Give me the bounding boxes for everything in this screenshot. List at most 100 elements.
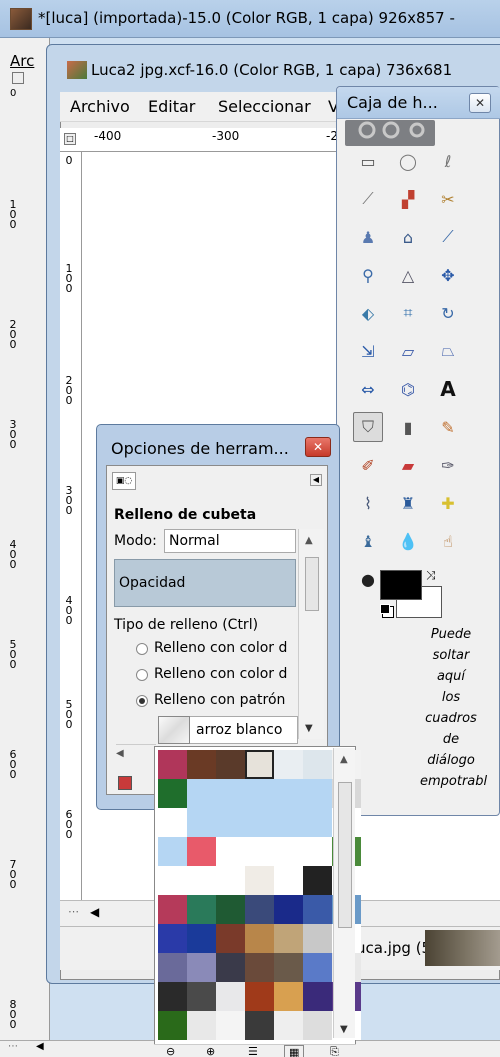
pattern-swatch[interactable] [245,779,274,808]
menu-archivo[interactable]: Archivo [70,97,130,116]
text-icon[interactable]: A [433,374,463,404]
pattern-swatch[interactable] [187,1011,216,1040]
scroll-up-arrow[interactable]: ▲ [305,535,313,546]
options-hscroll[interactable]: ◀ [116,744,156,764]
paintbrush-icon[interactable]: ✐ [353,450,383,480]
zoom-in-icon[interactable]: ⊕ [206,1045,215,1057]
pattern-swatch[interactable] [216,982,245,1011]
pattern-swatch[interactable] [187,895,216,924]
pattern-swatch[interactable] [303,779,332,808]
paths-icon[interactable]: ⌂ [393,222,423,252]
pattern-swatch[interactable] [245,982,274,1011]
pattern-popup-scrollbar[interactable]: ▲ ▼ [333,748,355,1038]
zoom-icon[interactable]: ⚲ [353,260,383,290]
grid-view-icon[interactable]: ▦ [284,1045,305,1057]
pattern-swatch[interactable] [303,750,332,779]
measure-icon[interactable]: △ [393,260,423,290]
free-select-icon[interactable]: ℓ [433,146,463,176]
pattern-swatch[interactable] [303,895,332,924]
flip-icon[interactable]: ⇔ [353,374,383,404]
tab-menu-icon[interactable]: ◀ [310,474,322,486]
clone-icon[interactable]: ♜ [393,488,423,518]
pattern-swatch[interactable] [245,895,274,924]
close-button[interactable]: ✕ [469,93,491,113]
ink-icon[interactable]: ⌇ [353,488,383,518]
default-colors-icon[interactable] [380,604,390,614]
align-icon[interactable]: ⬖ [353,298,383,328]
pattern-swatch[interactable] [216,779,245,808]
toolbox-titlebar[interactable]: Caja de h... ✕ [337,87,500,119]
pattern-swatch[interactable] [158,953,187,982]
pattern-swatch[interactable] [274,982,303,1011]
pattern-swatch[interactable] [274,750,303,779]
pattern-swatch[interactable] [216,808,245,837]
pattern-swatch[interactable] [158,750,187,779]
window1-menu-fragment[interactable]: Arc [10,52,34,70]
pattern-swatch[interactable] [274,924,303,953]
pattern-swatch[interactable] [187,866,216,895]
foreground-select-icon[interactable]: ♟ [353,222,383,252]
window1-ruler-button[interactable] [12,72,24,84]
pattern-swatch[interactable] [158,924,187,953]
scroll-thumb[interactable] [338,782,352,928]
scroll-left-arrow[interactable]: ◀ [36,1041,44,1052]
pattern-swatch[interactable] [158,866,187,895]
menu-editar[interactable]: Editar [148,97,195,116]
pencil-icon[interactable]: ✎ [433,412,463,442]
pattern-swatch[interactable] [274,1011,303,1040]
pattern-swatch[interactable] [216,837,245,866]
mode-select[interactable]: Normal [164,529,296,553]
scale-icon[interactable]: ⇲ [353,336,383,366]
pattern-swatch[interactable] [274,895,303,924]
radio-fill-bg[interactable] [136,669,148,681]
scroll-left-arrow[interactable]: ◀ [90,905,99,919]
nav-icon[interactable]: ⋯ [8,1041,18,1052]
window1-titlebar[interactable]: *[luca] (importada)-15.0 (Color RGB, 1 c… [0,0,500,38]
pattern-swatch[interactable] [303,1011,332,1040]
pattern-swatch[interactable] [216,924,245,953]
dodge-icon[interactable]: ● [353,564,383,594]
bucket-fill-icon[interactable]: ⛉ [353,412,383,442]
pattern-swatch[interactable] [187,779,216,808]
scissors-icon[interactable]: ✂ [433,184,463,214]
pattern-swatch[interactable] [187,837,216,866]
list-view-icon[interactable]: ☰ [248,1045,258,1057]
airbrush-icon[interactable]: ✑ [433,450,463,480]
pattern-swatch[interactable] [187,808,216,837]
fuzzy-select-icon[interactable]: ⟋ [353,184,383,214]
opacity-slider[interactable]: Opacidad [114,559,296,607]
pattern-swatch[interactable] [187,953,216,982]
pattern-swatch[interactable] [274,953,303,982]
perspective-clone-icon[interactable]: ♝ [353,526,383,556]
clone-pattern-icon[interactable]: ⎘ [330,1045,339,1057]
ellipse-select-icon[interactable]: ◯ [393,146,423,176]
pattern-swatch[interactable] [158,1011,187,1040]
pattern-swatch[interactable] [216,953,245,982]
pattern-swatch[interactable] [274,866,303,895]
pattern-swatch[interactable] [245,924,274,953]
close-button[interactable]: ✕ [305,437,331,457]
swap-colors-icon[interactable]: ⤨ [426,568,436,583]
foreground-color-swatch[interactable] [380,570,422,600]
color-picker-icon[interactable]: ⟋ [433,222,463,252]
pattern-swatch[interactable] [303,982,332,1011]
pattern-thumbnail[interactable] [158,716,190,744]
pattern-swatch[interactable] [216,895,245,924]
pattern-swatch[interactable] [245,1011,274,1040]
nav-icon[interactable]: ⋯ [68,905,79,918]
pattern-swatch[interactable] [274,808,303,837]
pattern-swatch[interactable] [303,924,332,953]
scroll-down-arrow[interactable]: ▼ [340,1024,348,1035]
scroll-up-arrow[interactable]: ▲ [340,754,348,765]
pattern-swatch[interactable] [245,837,274,866]
pattern-swatch[interactable] [158,779,187,808]
shear-icon[interactable]: ▱ [393,336,423,366]
move-icon[interactable]: ✥ [433,260,463,290]
pattern-swatch[interactable] [274,837,303,866]
scroll-down-arrow[interactable]: ▼ [305,723,313,734]
blur-icon[interactable]: 💧 [393,526,423,556]
quickmask-toggle[interactable]: □ [64,133,76,145]
scroll-thumb[interactable] [305,557,319,611]
pattern-swatch[interactable] [216,866,245,895]
cage-icon[interactable]: ⌬ [393,374,423,404]
